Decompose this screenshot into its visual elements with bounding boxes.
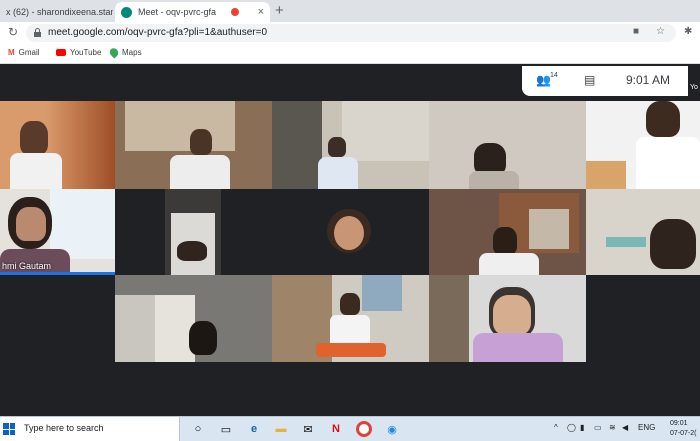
participant-avatar: [340, 293, 360, 315]
participant-avatar: [189, 321, 217, 355]
participant-tile[interactable]: hmi Gautam: [0, 189, 115, 275]
close-tab-icon[interactable]: ×: [254, 6, 264, 18]
participant-tile[interactable]: [115, 275, 272, 362]
chat-icon[interactable]: ▤: [584, 73, 595, 87]
camera-icon[interactable]: ■: [633, 26, 639, 37]
participant-avatar: [493, 227, 517, 255]
participant-tile[interactable]: [221, 189, 429, 275]
omnibox[interactable]: meet.google.com/oqv-pvrc-gfa?pli=1&authu…: [26, 24, 676, 42]
chrome-icon[interactable]: [356, 421, 372, 437]
meet-call-area: hmi Gautam 👥 14 ▤ 9:01 AM Yo: [0, 64, 700, 416]
file-explorer-icon[interactable]: ▬: [273, 421, 289, 437]
bookmarks-bar: M Gmail YouTube Maps: [0, 44, 700, 64]
url-text: meet.google.com/oqv-pvrc-gfa?pli=1&authu…: [48, 27, 268, 38]
participant-tile[interactable]: [586, 189, 700, 275]
bookmark-label: YouTube: [70, 48, 102, 57]
meeting-time: 9:01 AM: [626, 73, 671, 87]
tray-chevron-icon[interactable]: ^: [554, 423, 558, 432]
address-bar-row: ↻ meet.google.com/oqv-pvrc-gfa?pli=1&aut…: [0, 22, 700, 44]
participant-count: 14: [550, 72, 558, 79]
edge-icon[interactable]: e: [246, 421, 262, 437]
active-speaker-bar: [0, 272, 115, 275]
bookmark-label: Maps: [122, 48, 142, 57]
system-clock[interactable]: 09:01 07-07-2(: [670, 419, 696, 439]
cortana-icon[interactable]: ○: [190, 421, 206, 437]
tray-icon[interactable]: ◯: [567, 423, 576, 432]
netflix-icon[interactable]: N: [328, 421, 344, 437]
taskbar: Type here to search ○ ▭ e ▬ ✉ N ◉ ^ ◯ ▮ …: [0, 416, 700, 441]
gmail-icon: M: [8, 48, 15, 57]
new-tab-button[interactable]: +: [275, 2, 284, 19]
wifi-icon[interactable]: ≋: [609, 423, 616, 432]
usb-icon[interactable]: ▮: [580, 423, 584, 432]
volume-icon[interactable]: ◀: [622, 423, 628, 432]
language-indicator[interactable]: ENG: [638, 423, 655, 432]
tab-strip: x (62) - sharondixeena.stanle × Meet - o…: [0, 0, 700, 22]
participant-tile[interactable]: [115, 189, 221, 275]
participant-avatar: [20, 121, 48, 155]
recording-indicator-icon: [230, 8, 239, 16]
tab-label: x (62) - sharondixeena.stanle: [6, 7, 113, 17]
participant-avatar: [328, 137, 346, 157]
participant-tile[interactable]: [429, 275, 586, 362]
tab-label: Meet - oqv-pvrc-gfa: [138, 7, 217, 17]
maps-icon: [107, 46, 121, 59]
lock-icon: [34, 28, 41, 37]
participant-name: hmi Gautam: [2, 261, 52, 271]
youtube-icon: [56, 49, 66, 56]
taskbar-search[interactable]: Type here to search: [0, 417, 180, 441]
bookmark-maps[interactable]: Maps: [107, 46, 142, 59]
participant-avatar: [650, 219, 696, 269]
participant-avatar: [646, 101, 680, 137]
participant-tile[interactable]: [0, 101, 115, 189]
extensions-icon[interactable]: ✱: [684, 26, 692, 37]
battery-icon[interactable]: ▭: [594, 423, 602, 432]
tab-gmail[interactable]: x (62) - sharondixeena.stanle ×: [0, 2, 113, 22]
bookmark-gmail[interactable]: M Gmail: [8, 48, 40, 57]
participant-tile[interactable]: [586, 101, 700, 189]
participants-icon[interactable]: 👥: [536, 73, 551, 87]
app-icon[interactable]: ◉: [384, 421, 400, 437]
meet-favicon-icon: [121, 6, 132, 18]
clock-date: 07-07-2(: [670, 430, 697, 437]
participant-avatar: [190, 129, 212, 155]
clock-time: 09:01: [670, 420, 688, 427]
bookmark-label: Gmail: [18, 48, 40, 57]
participant-tile[interactable]: [115, 101, 272, 189]
task-view-icon[interactable]: ▭: [218, 421, 234, 437]
meet-top-bar: 👥 14 ▤ 9:01 AM: [522, 66, 688, 96]
reload-icon[interactable]: ↻: [8, 25, 18, 39]
participant-tile[interactable]: [429, 101, 586, 189]
participant-tile[interactable]: [429, 189, 586, 275]
bookmark-youtube[interactable]: YouTube: [56, 48, 101, 57]
search-placeholder: Type here to search: [24, 423, 104, 433]
participant-avatar: [177, 241, 207, 261]
participant-tile[interactable]: [272, 275, 429, 362]
self-view-label: Yo: [690, 84, 698, 91]
mail-icon[interactable]: ✉: [300, 421, 316, 437]
bookmark-star-icon[interactable]: ☆: [656, 26, 665, 37]
windows-start-icon[interactable]: [3, 423, 15, 435]
tab-meet[interactable]: Meet - oqv-pvrc-gfa ×: [115, 2, 270, 22]
participant-tile[interactable]: [272, 101, 429, 189]
